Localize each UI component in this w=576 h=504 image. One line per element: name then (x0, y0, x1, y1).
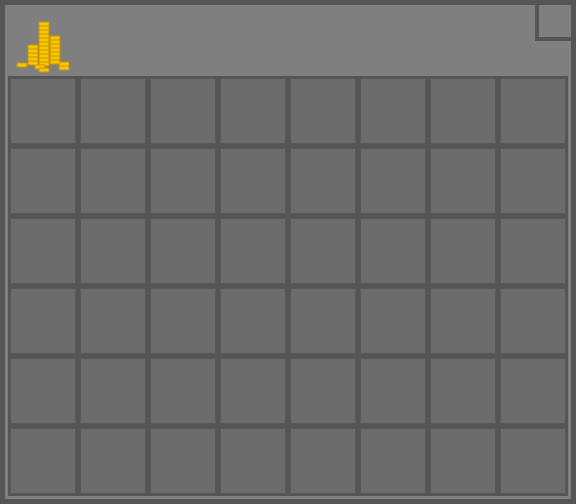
inventory-slot[interactable] (360, 288, 426, 354)
inventory-grid (8, 76, 568, 496)
inventory-slot[interactable] (500, 218, 566, 284)
inventory-slot[interactable] (150, 148, 216, 214)
inventory-slot[interactable] (290, 78, 356, 144)
inventory-slot[interactable] (10, 288, 76, 354)
inventory-slot[interactable] (10, 358, 76, 424)
inventory-slot[interactable] (290, 218, 356, 284)
inventory-slot[interactable] (290, 148, 356, 214)
inventory-slot[interactable] (500, 288, 566, 354)
inventory-slot[interactable] (220, 78, 286, 144)
inventory-slot[interactable] (150, 78, 216, 144)
inventory-slot[interactable] (80, 218, 146, 284)
inventory-slot[interactable] (220, 288, 286, 354)
inventory-slot[interactable] (80, 358, 146, 424)
inventory-slot[interactable] (10, 78, 76, 144)
inventory-slot[interactable] (500, 358, 566, 424)
close-button[interactable] (535, 5, 571, 41)
inventory-slot[interactable] (10, 148, 76, 214)
inventory-slot[interactable] (430, 428, 496, 494)
inventory-window (0, 0, 576, 504)
inventory-slot[interactable] (220, 148, 286, 214)
inventory-slot[interactable] (290, 428, 356, 494)
inventory-slot[interactable] (500, 428, 566, 494)
inventory-slot[interactable] (150, 218, 216, 284)
inventory-header (5, 5, 571, 73)
inventory-slot[interactable] (220, 358, 286, 424)
inventory-slot[interactable] (360, 148, 426, 214)
gold-coins-icon (16, 21, 70, 73)
inventory-slot[interactable] (290, 288, 356, 354)
inventory-slot[interactable] (360, 218, 426, 284)
inventory-slot[interactable] (220, 428, 286, 494)
inventory-slot[interactable] (80, 288, 146, 354)
inventory-slot[interactable] (150, 428, 216, 494)
inventory-slot[interactable] (10, 218, 76, 284)
inventory-slot[interactable] (80, 148, 146, 214)
inventory-slot[interactable] (500, 78, 566, 144)
inventory-slot[interactable] (430, 218, 496, 284)
inventory-slot[interactable] (430, 288, 496, 354)
inventory-slot[interactable] (360, 358, 426, 424)
inventory-slot[interactable] (80, 428, 146, 494)
inventory-slot[interactable] (80, 78, 146, 144)
inventory-panel (5, 5, 571, 499)
inventory-slot[interactable] (430, 148, 496, 214)
inventory-slot[interactable] (290, 358, 356, 424)
inventory-slot[interactable] (360, 78, 426, 144)
inventory-slot[interactable] (360, 428, 426, 494)
inventory-slot[interactable] (10, 428, 76, 494)
inventory-slot[interactable] (150, 358, 216, 424)
inventory-slot[interactable] (220, 218, 286, 284)
inventory-slot[interactable] (500, 148, 566, 214)
inventory-slot[interactable] (430, 358, 496, 424)
inventory-slot[interactable] (430, 78, 496, 144)
inventory-slot[interactable] (150, 288, 216, 354)
